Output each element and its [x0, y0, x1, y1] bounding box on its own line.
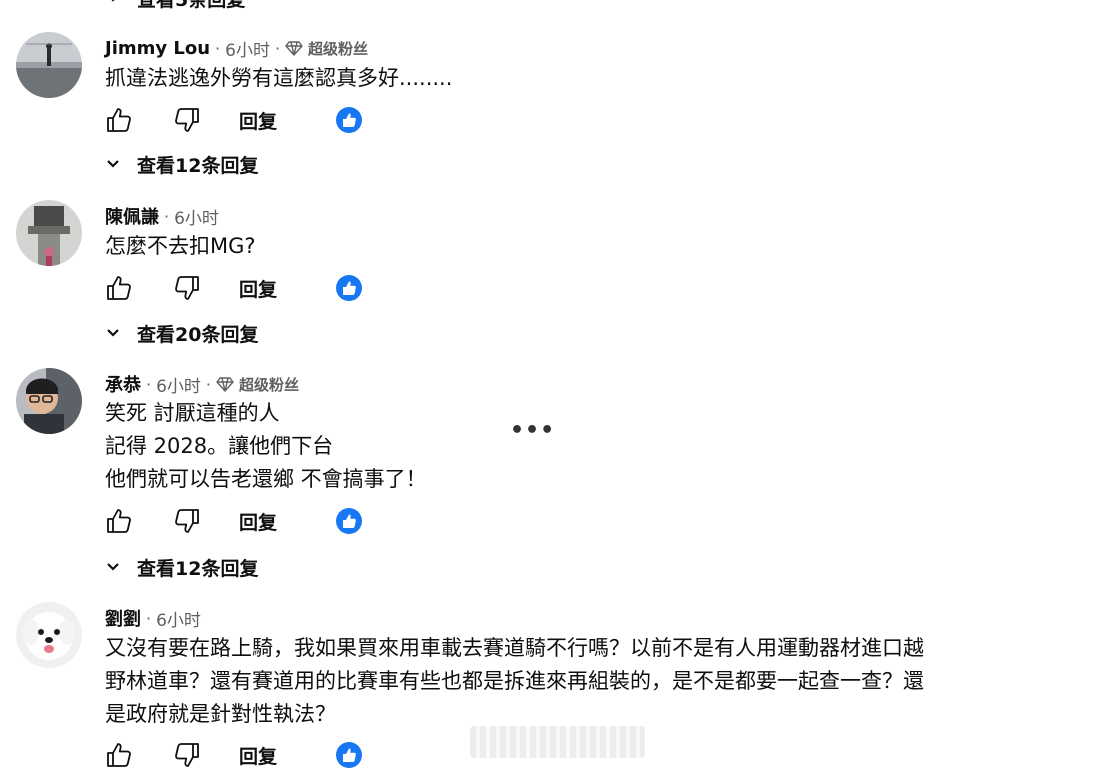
view-replies-label: 查看12条回复 — [137, 154, 259, 177]
view-replies-label: 查看20条回复 — [137, 323, 259, 346]
diamond-icon — [285, 41, 303, 56]
comment-actions: 回复 — [105, 102, 363, 138]
comment-header: 陳佩謙 · 6小时 — [105, 203, 219, 229]
comment-header: 承恭 · 6小时 · 超级粉丝 — [105, 371, 299, 397]
comment-text: 抓違法逃逸外勞有這麼認真多好........ — [105, 66, 453, 90]
avatar[interactable] — [16, 368, 82, 434]
dislike-icon[interactable] — [173, 741, 201, 769]
author-name[interactable]: 承恭 — [105, 371, 141, 397]
comment-actions: 回复 — [105, 503, 363, 539]
author-name[interactable]: 陳佩謙 — [105, 203, 159, 229]
timestamp[interactable]: 6小时 — [156, 372, 201, 397]
view-replies-label: 查看5条回复 — [137, 0, 245, 12]
comment-text: 怎麼不去扣MG? — [105, 234, 256, 258]
view-replies-button[interactable]: 查看20条回复 — [105, 318, 258, 348]
diamond-icon — [216, 377, 234, 392]
comment-text: 又沒有要在路上騎，我如果買來用車載去賽道騎不行嗎？以前不是有人用運動器材進口越 … — [105, 636, 924, 726]
view-replies-button[interactable]: 查看12条回复 — [105, 149, 258, 179]
badge-label: 超级粉丝 — [239, 375, 300, 394]
chevron-down-icon — [111, 0, 115, 2]
chevron-down-icon — [107, 563, 119, 571]
watermark — [470, 726, 645, 758]
creator-liked-icon — [335, 106, 363, 134]
chevron-down-icon — [107, 160, 119, 168]
view-replies-button-top[interactable]: 查看5条回复 — [105, 0, 245, 12]
comment-header: Jimmy Lou · 6小时 · 超级粉丝 — [105, 36, 369, 61]
reply-button[interactable]: 回复 — [239, 275, 277, 302]
dislike-icon[interactable] — [173, 274, 201, 302]
creator-liked-icon — [335, 507, 363, 535]
like-icon[interactable] — [105, 507, 133, 535]
creator-liked-icon — [335, 741, 363, 769]
chevron-down-icon — [107, 329, 119, 337]
avatar[interactable] — [16, 32, 82, 98]
comment-actions: 回复 — [105, 270, 363, 306]
view-replies-button[interactable]: 查看12条回复 — [105, 552, 258, 582]
timestamp[interactable]: 6小时 — [225, 36, 270, 61]
timestamp[interactable]: 6小时 — [156, 606, 201, 631]
author-name[interactable]: Jimmy Lou — [105, 38, 210, 59]
avatar[interactable] — [16, 200, 82, 266]
like-icon[interactable] — [105, 274, 133, 302]
reply-button[interactable]: 回复 — [239, 107, 277, 134]
like-icon[interactable] — [105, 741, 133, 769]
comment-header: 劉劉 · 6小时 — [105, 605, 201, 631]
creator-liked-icon — [335, 274, 363, 302]
dislike-icon[interactable] — [173, 106, 201, 134]
reply-button[interactable]: 回复 — [239, 508, 277, 535]
reply-button[interactable]: 回复 — [239, 742, 277, 769]
author-name[interactable]: 劉劉 — [105, 605, 141, 631]
dislike-icon[interactable] — [173, 507, 201, 535]
badge-label: 超级粉丝 — [308, 39, 369, 58]
comment-text: 笑死 討厭這種的人 記得 2028。讓他們下台 他們就可以告老還鄉 不會搞事了！ — [105, 401, 427, 491]
comment-actions: 回复 — [105, 737, 363, 773]
super-fan-badge: 超级粉丝 — [216, 374, 299, 395]
like-icon[interactable] — [105, 106, 133, 134]
timestamp[interactable]: 6小时 — [174, 204, 219, 229]
super-fan-badge: 超级粉丝 — [285, 38, 368, 59]
more-options-icon[interactable]: ••• — [510, 418, 555, 443]
view-replies-label: 查看12条回复 — [137, 557, 259, 580]
avatar[interactable] — [16, 602, 82, 668]
